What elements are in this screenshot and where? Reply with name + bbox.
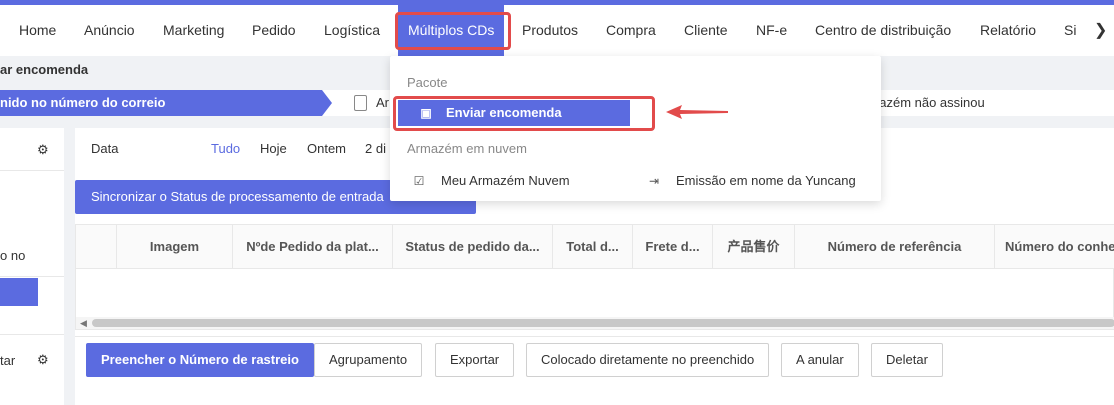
placed-directly-button[interactable]: Colocado diretamente no preenchido (526, 343, 770, 377)
nav-centro-distribuicao[interactable]: Centro de distribuição (815, 5, 951, 56)
step-two[interactable]: Ar (376, 90, 389, 116)
date-option-2-days[interactable]: 2 di (365, 141, 386, 156)
breadcrumb: ar encomenda (0, 62, 89, 77)
cancel-button[interactable]: A anular (781, 343, 859, 377)
gear-icon[interactable]: ⚙ (37, 352, 49, 368)
nav-anuncio[interactable]: Anúncio (84, 5, 135, 56)
left-label-secondary: tar (0, 353, 16, 368)
scroll-left-icon[interactable]: ◀ (80, 317, 87, 329)
action-bar: Preencher o Número de rastreio Agrupamen… (75, 336, 1114, 396)
checkbox-icon: ☑ (413, 174, 425, 188)
divider (0, 334, 64, 335)
export-icon: ⇥ (648, 174, 660, 188)
annotation-arrow-icon (666, 105, 728, 119)
menu-item-label: Emissão em nome da Yuncang (676, 173, 856, 188)
column-header[interactable]: Número de referência (794, 225, 994, 269)
nav-relatorio[interactable]: Relatório (980, 5, 1036, 56)
nav-logistica[interactable]: Logística (324, 5, 380, 56)
column-header[interactable]: Número do conhe (994, 225, 1114, 269)
nav-produtos[interactable]: Produtos (522, 5, 578, 56)
divider (0, 276, 64, 277)
date-option-yesterday[interactable]: Ontem (307, 141, 346, 156)
step-last[interactable]: nazém não assinou (872, 90, 985, 116)
export-button[interactable]: Exportar (435, 343, 515, 377)
nav-nfe[interactable]: NF-e (756, 5, 787, 56)
date-filter-label: Data (91, 141, 119, 156)
column-header[interactable]: Status de pedido da... (392, 225, 552, 269)
nav-home[interactable]: Home (19, 5, 56, 56)
group-label-cloud: Armazém em nuvem (407, 141, 527, 156)
date-option-today[interactable]: Hoje (260, 141, 287, 156)
column-header[interactable]: 产品售价 (712, 225, 794, 269)
menu-item-label: Meu Armazém Nuvem (441, 173, 570, 188)
column-header[interactable]: Frete d... (632, 225, 712, 269)
left-selected-item[interactable] (0, 278, 38, 306)
gear-icon[interactable]: ⚙ (37, 142, 49, 158)
menu-item-label: Enviar encomenda (446, 105, 562, 120)
menu-item-send-package[interactable]: ▣ Enviar encomenda (398, 100, 630, 126)
nav-marketing[interactable]: Marketing (163, 5, 224, 56)
column-header[interactable]: Imagem (116, 225, 232, 269)
date-option-all[interactable]: Tudo (211, 141, 240, 156)
nav-multiplos-cds[interactable]: Múltiplos CDs (398, 5, 505, 56)
nav-cliente[interactable]: Cliente (684, 5, 728, 56)
nav-pedido[interactable]: Pedido (252, 5, 296, 56)
step-active[interactable]: nido no número do correio (0, 90, 332, 116)
delete-button[interactable]: Deletar (871, 343, 943, 377)
fill-tracking-button[interactable]: Preencher o Número de rastreio (86, 343, 314, 377)
nav-compra[interactable]: Compra (606, 5, 656, 56)
column-header[interactable]: Nºde Pedido da plat... (232, 225, 392, 269)
left-label: o no (0, 248, 26, 263)
table-header: Imagem Nºde Pedido da plat... Status de … (76, 225, 1114, 269)
orders-table: Imagem Nºde Pedido da plat... Status de … (75, 224, 1114, 330)
column-header[interactable]: Total d... (552, 225, 632, 269)
group-button[interactable]: Agrupamento (314, 343, 423, 377)
group-label-pacote: Pacote (407, 75, 448, 90)
scrollbar-thumb[interactable] (92, 319, 1114, 327)
left-filter-panel: ⚙ o no tar ⚙ (0, 128, 64, 405)
multiplos-cds-dropdown: Pacote ▣ Enviar encomenda Armazém em nuve… (390, 56, 881, 201)
menu-item-my-cloud[interactable]: ☑ Meu Armazém Nuvem (411, 173, 570, 188)
top-navigation: Home Anúncio Marketing Pedido Logística … (0, 5, 1114, 56)
menu-item-issue-yuncang[interactable]: ⇥ Emissão em nome da Yuncang (646, 173, 856, 188)
box-icon: ▣ (420, 106, 432, 120)
nav-more-chevron-icon[interactable]: ❯ (1094, 5, 1107, 56)
nav-truncated[interactable]: Si (1064, 5, 1078, 56)
divider (0, 170, 64, 171)
horizontal-scrollbar[interactable]: ◀ (76, 317, 1114, 329)
clipboard-icon (354, 95, 367, 111)
select-all-column[interactable] (76, 225, 116, 269)
